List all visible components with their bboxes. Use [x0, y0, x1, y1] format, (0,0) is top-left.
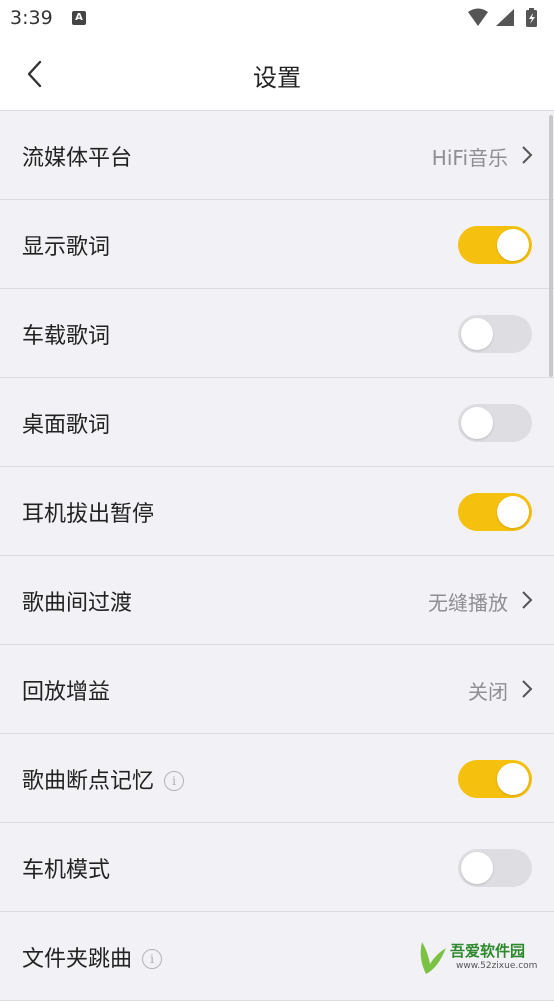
watermark-name: 吾爱软件园 [450, 942, 526, 960]
setting-value: 无缝播放 [428, 591, 508, 615]
signal-icon [496, 9, 514, 26]
setting-label-text: 歌曲断点记忆 [22, 769, 155, 794]
setting-car-mode: 车机模式 [0, 823, 554, 912]
toggle-switch[interactable] [458, 315, 532, 353]
toggle-knob [461, 852, 493, 884]
toggle-switch[interactable] [458, 493, 532, 531]
setting-show-lyrics: 显示歌词 [0, 200, 554, 289]
wifi-icon [468, 8, 488, 26]
setting-song-transition[interactable]: 歌曲间过渡 无缝播放 [0, 556, 554, 645]
status-icons [468, 8, 537, 27]
status-time: 3:39 [10, 7, 53, 29]
watermark-logo-icon [420, 942, 446, 974]
setting-desktop-lyrics: 桌面歌词 [0, 378, 554, 467]
chevron-right-icon [522, 591, 533, 609]
chevron-right-icon [522, 680, 533, 698]
toggle-switch[interactable] [458, 760, 532, 798]
page-title: 设置 [253, 64, 301, 92]
settings-list: 流媒体平台 HiFi音乐 显示歌词 车载歌词 桌面歌词 耳机拔出暂停 歌曲间过渡… [0, 111, 554, 1001]
setting-streaming-platform[interactable]: 流媒体平台 HiFi音乐 [0, 111, 554, 200]
setting-label: 桌面歌词 [22, 413, 111, 438]
status-bar: 3:39 A [0, 0, 554, 38]
setting-pause-on-unplug: 耳机拔出暂停 [0, 467, 554, 556]
scrollbar[interactable] [549, 115, 553, 377]
setting-replay-gain[interactable]: 回放增益 关闭 [0, 645, 554, 734]
setting-label: 显示歌词 [22, 235, 111, 260]
setting-car-lyrics: 车载歌词 [0, 289, 554, 378]
setting-label: 车载歌词 [22, 324, 111, 349]
info-icon[interactable]: i [164, 771, 185, 791]
toggle-knob [497, 496, 529, 528]
watermark: 吾爱软件园 www.52zixue.com [416, 936, 546, 980]
setting-label: 车机模式 [22, 858, 111, 883]
setting-label: 歌曲断点记忆 i [22, 763, 185, 795]
setting-resume-position: 歌曲断点记忆 i [0, 734, 554, 823]
setting-value: HiFi音乐 [431, 146, 508, 170]
toggle-knob [461, 407, 493, 439]
toggle-knob [497, 229, 529, 261]
setting-label: 歌曲间过渡 [22, 591, 133, 616]
setting-label: 文件夹跳曲 i [22, 941, 163, 973]
info-icon[interactable]: i [142, 949, 163, 969]
app-header: 设置 [0, 38, 554, 111]
toggle-switch[interactable] [458, 226, 532, 264]
setting-label-text: 文件夹跳曲 [22, 947, 133, 972]
battery-icon [526, 8, 537, 27]
notification-a-icon: A [72, 11, 86, 25]
setting-label: 耳机拔出暂停 [22, 502, 155, 527]
setting-label: 回放增益 [22, 680, 111, 705]
toggle-switch[interactable] [458, 849, 532, 887]
chevron-right-icon [522, 146, 533, 164]
setting-label: 流媒体平台 [22, 146, 133, 171]
setting-value: 关闭 [468, 680, 508, 704]
toggle-knob [461, 318, 493, 350]
watermark-url: www.52zixue.com [456, 961, 538, 971]
toggle-switch[interactable] [458, 404, 532, 442]
toggle-knob [497, 763, 529, 795]
